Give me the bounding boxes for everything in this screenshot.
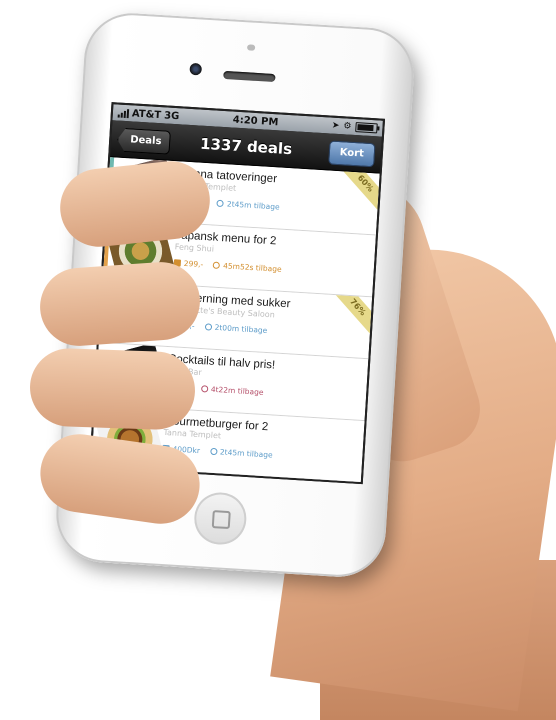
deal-photo (105, 219, 176, 284)
deal-info: Cocktails til halv pris! Cafe Bar 99,- 4… (165, 347, 368, 420)
price-tag-icon (169, 321, 178, 329)
phone-screen: AT&T 3G 4:20 PM ➤ ⚙ Deals 1337 deals Kor… (89, 102, 386, 485)
deal-time-left: 4t22m tilbage (210, 384, 264, 397)
price-tag-icon (162, 444, 170, 453)
page-title: 1337 deals (199, 134, 293, 159)
network-label: 3G (163, 109, 180, 122)
map-button[interactable]: Kort (327, 140, 376, 168)
battery-icon (355, 122, 378, 134)
price-tag-icon (166, 382, 174, 391)
sensor-dot (246, 44, 256, 51)
deal-price: 299,- (183, 258, 204, 269)
clock-icon (216, 199, 225, 208)
clock-icon (200, 385, 209, 393)
front-camera-icon (189, 62, 203, 76)
price-tag-icon (173, 259, 182, 267)
price-tag-icon (177, 197, 185, 205)
earpiece-speaker (223, 70, 276, 83)
hand-wrist (320, 560, 556, 720)
deal-price: 99,- (179, 320, 195, 331)
deal-info: Japansk menu for 2 Feng Shui 299,- 45m52… (173, 223, 376, 296)
carrier-label: AT&T (131, 107, 162, 121)
clock-icon (204, 323, 212, 331)
deal-price: 399,- (187, 196, 208, 208)
deal-time-left: 2t00m tilbage (214, 322, 268, 336)
deal-time-left: 2t45m tilbage (226, 199, 280, 212)
deal-price: 99,- (175, 382, 192, 393)
clock-icon (209, 447, 218, 456)
deal-price: 400Dkr (172, 444, 201, 456)
signal-bars-icon (117, 108, 130, 118)
deal-time-left: 45m52s tilbage (222, 261, 282, 274)
deal-photo (94, 404, 164, 470)
back-button[interactable]: Deals (117, 128, 172, 155)
iphone: AT&T 3G 4:20 PM ➤ ⚙ Deals 1337 deals Kor… (53, 10, 417, 580)
deal-info: Gourmetburger for 2 Tanna Templet 400Dkr… (161, 409, 364, 482)
home-button[interactable] (192, 490, 248, 547)
deal-photo (109, 157, 179, 222)
deal-photo (98, 342, 168, 408)
clock-icon (212, 261, 221, 270)
deal-time-left: 2t45m tilbage (219, 447, 273, 460)
orientation-lock-icon: ⚙ (343, 121, 352, 132)
deal-list[interactable]: Henna tatoveringer Tanna Templet 399,- 2… (91, 157, 380, 484)
location-arrow-icon: ➤ (331, 120, 340, 132)
deal-photo (102, 280, 172, 346)
iphone-body: AT&T 3G 4:20 PM ➤ ⚙ Deals 1337 deals Kor… (53, 10, 417, 580)
clock-time: 4:20 PM (232, 114, 279, 128)
